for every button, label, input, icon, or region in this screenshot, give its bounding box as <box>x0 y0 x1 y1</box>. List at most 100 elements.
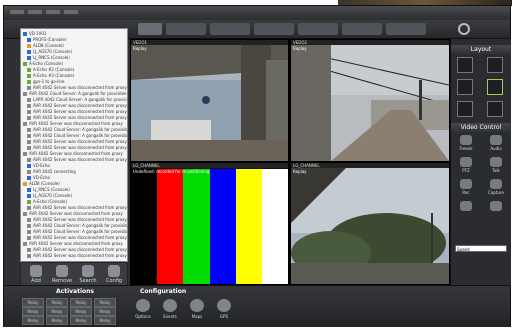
layout-2x2-icon[interactable] <box>487 57 503 73</box>
talk-control[interactable]: Talk <box>485 157 507 176</box>
search-button[interactable]: Search <box>76 264 100 286</box>
tab[interactable] <box>254 23 294 35</box>
device-tree[interactable]: VD-1003 PROFS (Console) ALD8 (Console) LJ_A… <box>20 28 128 262</box>
tab[interactable] <box>342 23 382 35</box>
device-status-icon <box>27 116 31 120</box>
device-status-icon <box>27 140 31 144</box>
tree-item-label: A-Echo #3 (Console) <box>33 73 75 78</box>
device-status-icon <box>23 212 27 216</box>
title-bar-control[interactable] <box>64 10 78 14</box>
tree-item-label: A-Echo #2 (Console) <box>33 67 75 72</box>
configuration-title: Configuration <box>140 288 187 295</box>
relay-button[interactable]: Relay <box>94 307 116 316</box>
layout-1x1-icon[interactable] <box>457 57 473 73</box>
tree-item-label: LJ_AGS70 (Console) <box>33 193 73 198</box>
cell-status: Replay <box>293 169 307 174</box>
layout-4x4-icon[interactable] <box>487 79 503 95</box>
title-bar-control[interactable] <box>46 10 60 14</box>
layout-custom-icon[interactable] <box>457 101 473 117</box>
tree-item-label: VD-Echo <box>33 175 50 180</box>
audio-control[interactable]: Audio <box>485 135 507 154</box>
tree-item-label: AVR 4042 Server was disconnected from pr… <box>33 253 127 258</box>
device-status-icon <box>23 122 27 126</box>
tree-item-label: AVR 4042 connecting <box>33 169 76 174</box>
remove-button[interactable]: Remove <box>50 264 74 286</box>
relay-button[interactable]: Relay <box>46 298 68 307</box>
title-bar-control[interactable] <box>28 10 42 14</box>
tree-item-label: AVR 4042 Server was disconnected from pr… <box>33 235 127 240</box>
tab[interactable] <box>298 23 338 35</box>
control-label: Capture <box>488 190 504 195</box>
video-cell[interactable]: LG_CHANNEL Replay <box>291 163 449 284</box>
device-status-icon <box>27 38 31 42</box>
tree-item[interactable]: AVR 4042 Server was disconnected from pr… <box>27 253 127 259</box>
device-status-icon <box>27 134 31 138</box>
freeze-icon <box>460 135 472 145</box>
relay-button[interactable]: Relay <box>22 307 44 316</box>
maps-button[interactable]: Maps <box>184 298 210 324</box>
relay-button[interactable]: Relay <box>70 316 92 325</box>
tree-item-label: AVR 4042 Server was disconnected from pr… <box>33 85 127 90</box>
tree-item-label: ALD8 (Console) <box>33 43 64 48</box>
device-status-icon <box>23 92 27 96</box>
cell-header: LG_CHANNEL <box>291 163 449 168</box>
events-icon <box>163 299 177 312</box>
config-device-icon <box>108 265 120 277</box>
device-status-icon <box>27 56 31 60</box>
relay-button[interactable]: Relay <box>22 316 44 325</box>
device-status-icon <box>27 146 31 150</box>
freeze-control[interactable]: Freeze <box>455 135 477 154</box>
add-button[interactable]: Add <box>24 264 48 286</box>
search-icon[interactable] <box>458 23 470 35</box>
title-bar <box>4 6 510 20</box>
control-label: Rec <box>462 190 470 195</box>
tree-item-label: AVR 4042 Cloud Server: A gangalik for pr… <box>33 133 127 138</box>
device-status-icon <box>27 128 31 132</box>
relay-button[interactable]: Relay <box>94 298 116 307</box>
device-status-icon <box>27 80 31 84</box>
layout-title: Layout <box>451 45 511 54</box>
relay-button[interactable]: Relay <box>46 316 68 325</box>
device-status-icon <box>27 110 31 114</box>
remove-device-icon <box>56 265 68 277</box>
tab-active[interactable] <box>138 23 162 35</box>
device-status-icon <box>27 236 31 240</box>
options-button[interactable]: Options <box>130 298 156 324</box>
tree-item-label: AVR 4042 Server was disconnected from pr… <box>29 241 123 246</box>
capture-control[interactable]: Capture <box>485 179 507 198</box>
tree-item-label: AVR 4042 Server was disconnected from pr… <box>33 115 127 120</box>
tab[interactable] <box>210 23 250 35</box>
relay-button[interactable]: Relay <box>46 307 68 316</box>
tree-item-label: AVR 4042 Cloud Server: A gangalik for pr… <box>29 91 127 96</box>
relay-button[interactable]: Relay <box>70 307 92 316</box>
relay-button[interactable]: Relay <box>70 298 92 307</box>
gps-button[interactable]: GPS <box>211 298 237 324</box>
events-button[interactable]: Events <box>157 298 183 324</box>
relay-button[interactable]: Relay <box>22 298 44 307</box>
video-cell[interactable]: LG_CHANNEL Undefined: recorded for re-po… <box>131 163 288 284</box>
button-label: GPS <box>219 314 229 319</box>
tab[interactable] <box>166 23 206 35</box>
button-label: Events <box>163 314 177 319</box>
device-status-icon <box>27 170 31 174</box>
layout-3x3-icon[interactable] <box>457 79 473 95</box>
video-cell[interactable]: VEDO1 Replay <box>131 40 288 161</box>
ptz-control[interactable]: PTZ <box>455 157 477 176</box>
relay-button[interactable]: Relay <box>94 316 116 325</box>
fullscreen-icon[interactable] <box>487 101 503 117</box>
title-bar-control[interactable] <box>10 10 24 14</box>
volume-control[interactable] <box>485 201 507 220</box>
video-control-title: Video Control <box>451 123 511 132</box>
tab[interactable] <box>386 23 426 35</box>
tree-item-label: PROFS (Console) <box>33 37 67 42</box>
volume-control[interactable] <box>455 201 477 220</box>
config-button[interactable]: Config <box>102 264 126 286</box>
video-cell[interactable]: VEDO2 Replay <box>291 40 449 161</box>
device-status-icon <box>27 98 31 102</box>
audio-icon <box>490 135 502 145</box>
rec-control[interactable]: Rec <box>455 179 477 198</box>
device-status-icon <box>23 152 27 156</box>
camera-feed-building <box>131 40 288 161</box>
speed-select[interactable]: Speed <box>455 245 507 252</box>
tree-item-label: AVR 4042 Cloud Server: A gangalik for pr… <box>33 229 127 234</box>
